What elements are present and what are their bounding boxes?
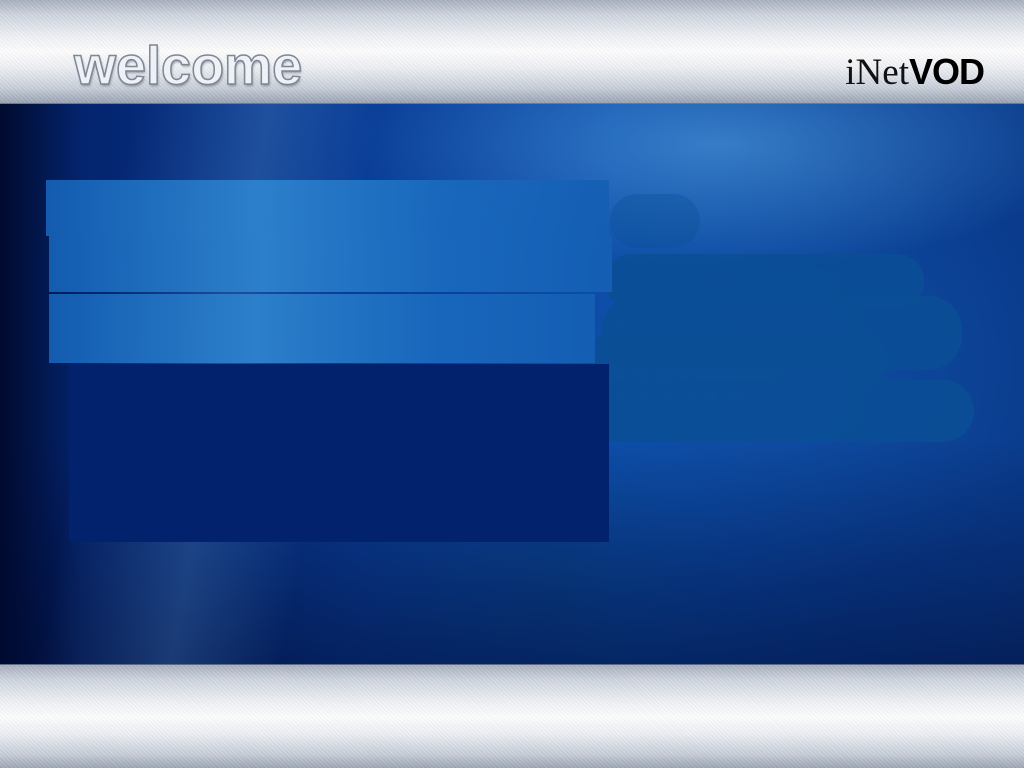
menu-item-2[interactable] [49, 236, 612, 292]
info-panel [69, 364, 609, 542]
brand-logo-text-bold: VOD [908, 51, 985, 92]
screen: welcome iNetVOD [0, 0, 1024, 768]
background-decoration [584, 380, 974, 442]
brand-logo: iNetVOD [845, 48, 985, 103]
header-bar: welcome iNetVOD [0, 0, 1024, 104]
menu-item-3[interactable] [49, 294, 595, 363]
menu-item-1[interactable] [46, 180, 609, 236]
footer-bar [0, 664, 1024, 768]
brand-logo-text-light: iNet [845, 52, 909, 93]
background-decoration [610, 194, 700, 248]
page-title: welcome [73, 35, 303, 97]
